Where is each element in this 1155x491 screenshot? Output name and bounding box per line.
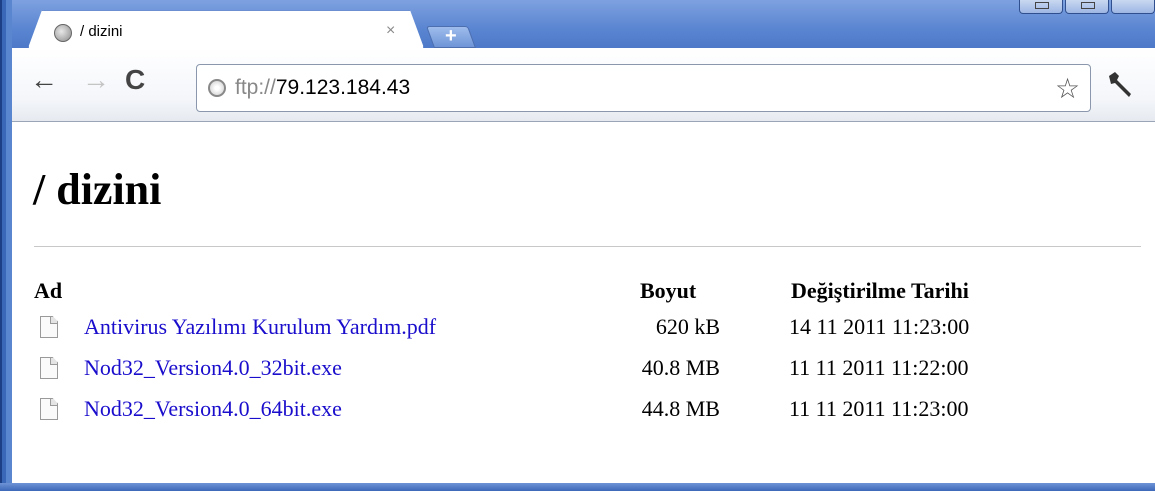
url-scheme: ftp:// <box>235 76 276 99</box>
column-header-size[interactable]: Boyut <box>640 278 696 304</box>
file-date: 14 11 2011 11:23:00 <box>789 314 970 339</box>
file-link[interactable]: Antivirus Yazılımı Kurulum Yardım.pdf <box>84 314 436 340</box>
wrench-menu-icon[interactable] <box>1105 70 1135 107</box>
back-arrow-icon[interactable]: ← <box>30 66 58 94</box>
forward-arrow-icon[interactable]: → <box>82 66 110 94</box>
maximize-icon <box>1081 2 1095 9</box>
table-row: Nod32_Version4.0_32bit.exe 40.8 MB 11 11… <box>0 355 1155 395</box>
file-link[interactable]: Nod32_Version4.0_64bit.exe <box>84 396 342 422</box>
file-size: 620 kB <box>655 314 720 339</box>
minimize-button[interactable] <box>1019 0 1063 14</box>
file-icon <box>40 398 58 420</box>
url-host: 79.123.184.43 <box>275 76 411 99</box>
bookmark-star-icon[interactable]: ☆ <box>1055 72 1080 105</box>
close-icon <box>1127 2 1141 9</box>
table-row: Nod32_Version4.0_64bit.exe 44.8 MB 11 11… <box>0 396 1155 436</box>
column-header-date[interactable]: Değiştirilme Tarihi <box>791 278 969 304</box>
file-size: 40.8 MB <box>641 355 720 380</box>
file-icon <box>40 316 58 338</box>
globe-icon <box>54 24 72 42</box>
divider <box>34 246 1141 247</box>
table-row: Antivirus Yazılımı Kurulum Yardım.pdf 62… <box>0 314 1155 354</box>
tab-close-icon[interactable]: × <box>386 22 395 40</box>
file-icon <box>40 357 58 379</box>
file-date: 11 11 2011 11:22:00 <box>789 355 969 380</box>
close-window-button[interactable] <box>1111 0 1155 14</box>
address-url[interactable]: ftp://79.123.184.43 <box>235 76 410 100</box>
globe-icon <box>208 79 226 97</box>
window-frame-bottom <box>0 483 1155 491</box>
window-controls <box>1017 0 1155 14</box>
tab-title: / dizini <box>80 23 123 40</box>
page-title: / dizini <box>33 165 162 214</box>
reload-icon[interactable]: C <box>125 66 145 94</box>
file-size: 44.8 MB <box>641 396 720 421</box>
plus-icon[interactable]: + <box>445 25 457 48</box>
file-link[interactable]: Nod32_Version4.0_32bit.exe <box>84 355 342 381</box>
column-header-name[interactable]: Ad <box>34 278 62 304</box>
file-date: 11 11 2011 11:23:00 <box>789 396 969 421</box>
maximize-button[interactable] <box>1065 0 1109 14</box>
wrench-icon <box>1109 72 1131 97</box>
minimize-icon <box>1035 2 1049 9</box>
